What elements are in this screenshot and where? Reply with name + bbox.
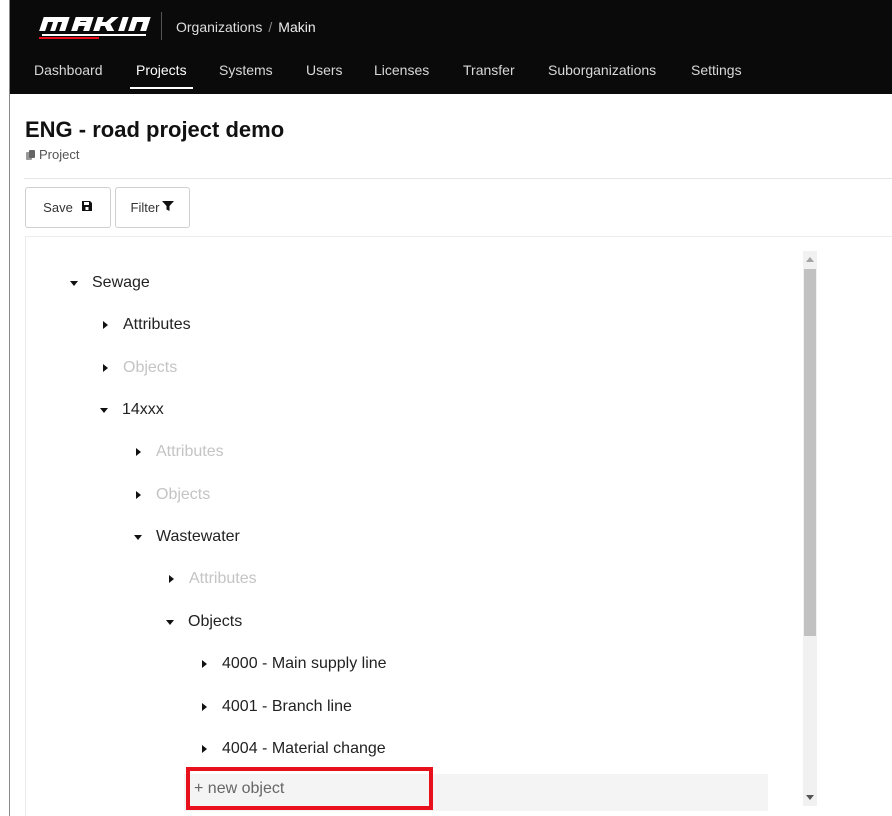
top-navigation-bar: Organizations / Makin Dashboard Projects S… — [9, 0, 892, 94]
makin-logo-mark — [39, 17, 151, 39]
tree-node-label: 4000 - Main supply line — [222, 655, 387, 672]
caret-down-icon[interactable] — [166, 619, 174, 625]
scrollbar-thumb[interactable] — [804, 269, 816, 636]
tree-node-label: Objects — [123, 359, 178, 376]
nav-item-suborganizations[interactable]: Suborganizations — [548, 62, 656, 78]
page-subtitle-label: Project — [39, 147, 80, 162]
header-divider — [24, 178, 892, 179]
tree-node-attributes[interactable]: Attributes — [167, 568, 257, 590]
nav-item-projects[interactable]: Projects — [130, 62, 193, 89]
tree-node-label: 4004 - Material change — [222, 740, 386, 757]
main-content: ENG - road project demo Project Save Fil… — [9, 94, 892, 816]
tree-node-label: Attributes — [156, 443, 224, 460]
caret-down-icon[interactable] — [70, 280, 78, 286]
tree-node-label: 14xxx — [122, 401, 164, 418]
save-button[interactable]: Save — [25, 187, 111, 228]
tree-node-label: Sewage — [92, 274, 150, 291]
caret-right-icon[interactable] — [202, 703, 207, 711]
tree-node-label: 4001 - Branch line — [222, 698, 352, 715]
tree-node-objects[interactable]: Objects — [134, 484, 210, 506]
caret-down-icon[interactable] — [100, 407, 108, 413]
new-object-input[interactable]: + new object — [186, 767, 433, 810]
caret-down-icon[interactable] — [134, 534, 142, 540]
topbar-header-row: Organizations / Makin — [10, 0, 892, 52]
logo-divider — [161, 12, 162, 40]
tree-node-label: Objects — [156, 486, 211, 503]
new-object-label: + new object — [194, 779, 285, 797]
page-subtitle: Project — [26, 147, 79, 162]
caret-right-icon[interactable] — [103, 364, 108, 372]
breadcrumb: Organizations / Makin — [176, 19, 316, 35]
tree-node-label: Attributes — [123, 316, 191, 333]
nav-item-licenses[interactable]: Licenses — [374, 62, 429, 78]
nav-item-transfer[interactable]: Transfer — [463, 62, 515, 78]
tree-node-objects[interactable]: Objects — [166, 611, 242, 633]
tree-node-wastewater[interactable]: Wastewater — [134, 526, 240, 548]
caret-right-icon[interactable] — [136, 491, 141, 499]
nav-item-dashboard[interactable]: Dashboard — [34, 62, 103, 78]
tree-node-object-4004[interactable]: 4004 - Material change — [200, 738, 386, 760]
tree-node-label: Objects — [188, 613, 243, 630]
tree-node-label: Wastewater — [156, 528, 240, 545]
page-left-margin — [0, 0, 9, 816]
tree-node-14xxx[interactable]: 14xxx — [100, 399, 164, 421]
project-tree-panel: Sewage Attributes Objects 14xxx Attribut… — [25, 236, 892, 816]
floppy-disk-icon — [81, 200, 93, 215]
tree-node-sewage[interactable]: Sewage — [70, 272, 150, 294]
breadcrumb-current[interactable]: Makin — [278, 19, 315, 35]
breadcrumb-separator: / — [268, 19, 273, 35]
save-button-label: Save — [43, 200, 73, 215]
filter-button[interactable]: Filter — [115, 187, 190, 228]
caret-right-icon[interactable] — [202, 745, 207, 753]
caret-right-icon[interactable] — [136, 448, 141, 456]
caret-right-icon[interactable] — [103, 321, 108, 329]
scroll-down-arrow-icon[interactable] — [806, 795, 814, 800]
project-tree: Sewage Attributes Objects 14xxx Attribut… — [26, 237, 786, 816]
tree-node-attributes[interactable]: Attributes — [134, 441, 224, 463]
funnel-icon — [162, 200, 175, 215]
tree-node-label: Attributes — [189, 570, 257, 587]
nav-item-settings[interactable]: Settings — [691, 62, 742, 78]
tree-node-attributes[interactable]: Attributes — [101, 314, 191, 336]
makin-logo[interactable] — [33, 13, 155, 41]
tree-node-object-4001[interactable]: 4001 - Branch line — [200, 696, 352, 718]
page-title: ENG - road project demo — [25, 117, 285, 142]
copy-icon — [26, 149, 35, 160]
breadcrumb-organizations[interactable]: Organizations — [176, 19, 262, 35]
main-nav: Dashboard Projects Systems Users License… — [10, 52, 892, 94]
vertical-scrollbar[interactable] — [803, 251, 817, 806]
tree-node-object-4000[interactable]: 4000 - Main supply line — [200, 653, 387, 675]
nav-item-users[interactable]: Users — [306, 62, 343, 78]
caret-right-icon[interactable] — [202, 660, 207, 668]
caret-right-icon[interactable] — [169, 575, 174, 583]
nav-item-systems[interactable]: Systems — [219, 62, 273, 78]
scroll-up-arrow-icon[interactable] — [806, 257, 814, 262]
filter-button-label: Filter — [130, 200, 160, 215]
tree-node-objects[interactable]: Objects — [101, 357, 177, 379]
